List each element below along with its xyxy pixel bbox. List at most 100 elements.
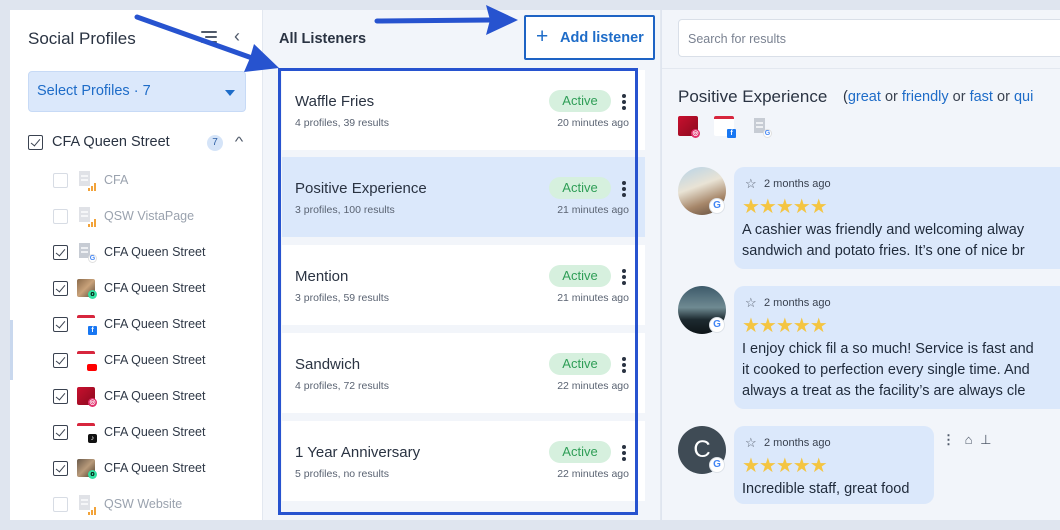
profile-label: CFA Queen Street bbox=[104, 353, 206, 367]
building-icon: G bbox=[76, 242, 97, 263]
status-badge: Active bbox=[549, 90, 611, 112]
more-options-icon[interactable]: ⋮ bbox=[942, 432, 955, 447]
tag-icon[interactable]: ⌂ bbox=[965, 432, 973, 447]
filter-menu-icon[interactable] bbox=[201, 31, 217, 45]
brand-logo-icon: ♪ bbox=[76, 422, 97, 443]
profile-checkbox[interactable] bbox=[53, 173, 68, 188]
profile-checkbox[interactable] bbox=[53, 317, 68, 332]
search-input[interactable]: Search for results bbox=[678, 19, 1060, 57]
group-count-badge: 7 bbox=[207, 135, 223, 151]
group-label: CFA Queen Street bbox=[52, 134, 170, 150]
review-bubble: ☆ 2 months ago ★★★★★ A cashier was frien… bbox=[734, 167, 1060, 269]
listener-meta: 3 profiles, 59 results bbox=[295, 292, 389, 304]
google-icon: G bbox=[709, 317, 725, 333]
google-icon: G bbox=[709, 457, 725, 473]
brand-logo-icon bbox=[76, 350, 97, 371]
profile-checkbox[interactable] bbox=[53, 209, 68, 224]
profile-label: CFA Queen Street bbox=[104, 281, 206, 295]
profile-row[interactable]: ♪ CFA Queen Street bbox=[53, 421, 253, 445]
listener-name: Waffle Fries bbox=[295, 93, 375, 110]
profile-label: CFA Queen Street bbox=[104, 389, 206, 403]
search-placeholder: Search for results bbox=[688, 32, 786, 46]
google-icon: G bbox=[88, 254, 97, 263]
select-profiles-dropdown[interactable]: Select Profiles · 7 bbox=[28, 71, 246, 112]
profile-label: CFA Queen Street bbox=[104, 425, 206, 439]
profile-checkbox[interactable] bbox=[53, 245, 68, 260]
facebook-profile-icon: f bbox=[714, 116, 736, 138]
google-profile-icon: G bbox=[750, 116, 772, 138]
result-listener-title: Positive Experience bbox=[678, 87, 828, 106]
red-photo-icon: ◎ bbox=[76, 386, 97, 407]
listener-meta: 4 profiles, 72 results bbox=[295, 380, 389, 392]
listener-time: 21 minutes ago bbox=[557, 204, 629, 216]
listener-name: Sandwich bbox=[295, 356, 361, 373]
profile-checkbox[interactable] bbox=[53, 425, 68, 440]
listener-meta: 3 profiles, 100 results bbox=[295, 204, 395, 216]
panel-edge-accent bbox=[10, 320, 13, 380]
profile-checkbox[interactable] bbox=[53, 389, 68, 404]
profile-row[interactable]: f CFA Queen Street bbox=[53, 313, 253, 337]
profile-row[interactable]: QSW Website bbox=[53, 493, 253, 517]
collapse-panel-icon[interactable]: ‹ bbox=[234, 26, 240, 47]
profile-row[interactable]: QSW VistaPage bbox=[53, 205, 253, 229]
divider bbox=[662, 68, 1060, 69]
profile-group-cfa-queen-street[interactable]: CFA Queen Street 7 ^ bbox=[28, 132, 258, 154]
profile-checkbox[interactable] bbox=[53, 497, 68, 512]
review-text: A cashier was friendly and welcoming alw… bbox=[742, 222, 1025, 259]
profile-checkbox[interactable] bbox=[53, 353, 68, 368]
building-icon bbox=[76, 494, 97, 515]
profile-label: QSW Website bbox=[104, 497, 183, 511]
listener-time: 21 minutes ago bbox=[557, 292, 629, 304]
listeners-title: All Listeners bbox=[279, 31, 367, 47]
status-badge: Active bbox=[549, 353, 611, 375]
profile-row[interactable]: G CFA Queen Street bbox=[53, 241, 253, 265]
facebook-icon: f bbox=[88, 326, 97, 335]
profile-checkbox[interactable] bbox=[53, 281, 68, 296]
profile-label: CFA Queen Street bbox=[104, 317, 206, 331]
more-options-icon[interactable] bbox=[620, 357, 628, 373]
tripadvisor-icon: o bbox=[88, 470, 97, 479]
star-outline-icon[interactable]: ☆ bbox=[745, 176, 757, 192]
listener-card[interactable]: Positive Experience 3 profiles, 100 resu… bbox=[282, 157, 645, 237]
profile-label: CFA Queen Street bbox=[104, 461, 206, 475]
select-profiles-label: Select Profiles · 7 bbox=[37, 83, 151, 99]
listener-meta: 4 profiles, 39 results bbox=[295, 117, 389, 129]
group-checkbox[interactable] bbox=[28, 135, 43, 150]
pin-icon[interactable]: ⊥ bbox=[980, 432, 991, 447]
listener-card[interactable]: Waffle Fries 4 profiles, 39 results Acti… bbox=[282, 70, 645, 150]
star-outline-icon[interactable]: ☆ bbox=[745, 295, 757, 311]
listener-name: Mention bbox=[295, 268, 349, 285]
listener-card[interactable]: Sandwich 4 profiles, 72 results Active 2… bbox=[282, 333, 645, 413]
profile-label: QSW VistaPage bbox=[104, 209, 195, 223]
profile-row[interactable]: o CFA Queen Street bbox=[53, 457, 253, 481]
profile-label: CFA Queen Street bbox=[104, 245, 206, 259]
plus-icon: + bbox=[536, 25, 549, 48]
chevron-up-icon[interactable]: ^ bbox=[235, 134, 244, 149]
social-profiles-panel: Social Profiles ‹ Select Profiles · 7 CF… bbox=[10, 10, 263, 520]
profile-row[interactable]: ◎ CFA Queen Street bbox=[53, 385, 253, 409]
listener-card[interactable]: 1 Year Anniversary 5 profiles, no result… bbox=[282, 421, 645, 501]
tiktok-icon: ♪ bbox=[88, 434, 97, 443]
add-listener-button[interactable]: + Add listener bbox=[524, 15, 655, 60]
more-options-icon[interactable] bbox=[620, 94, 628, 110]
status-badge: Active bbox=[549, 265, 611, 287]
review-time: 2 months ago bbox=[764, 178, 831, 190]
bars-icon bbox=[88, 219, 97, 227]
more-options-icon[interactable] bbox=[620, 445, 628, 461]
bars-icon bbox=[88, 507, 97, 515]
tripadvisor-icon: o bbox=[88, 290, 97, 299]
review-actions: ⋮ ⌂ ⊥ bbox=[942, 432, 991, 448]
listener-card[interactable]: Mention 3 profiles, 59 results Active 21… bbox=[282, 245, 645, 325]
instagram-profile-icon: ◎ bbox=[678, 116, 700, 138]
profile-row[interactable]: CFA Queen Street bbox=[53, 349, 253, 373]
more-options-icon[interactable] bbox=[620, 269, 628, 285]
listeners-panel: All Listeners + Add listener Waffle Frie… bbox=[263, 10, 661, 520]
listener-name: Positive Experience bbox=[295, 180, 427, 197]
profile-checkbox[interactable] bbox=[53, 461, 68, 476]
chevron-down-icon bbox=[225, 90, 235, 96]
profile-row[interactable]: o CFA Queen Street bbox=[53, 277, 253, 301]
profile-row[interactable]: CFA bbox=[53, 169, 253, 193]
review-bubble: ☆ 2 months ago ★★★★★ Incredible staff, g… bbox=[734, 426, 934, 504]
star-outline-icon[interactable]: ☆ bbox=[745, 435, 757, 451]
more-options-icon[interactable] bbox=[620, 181, 628, 197]
